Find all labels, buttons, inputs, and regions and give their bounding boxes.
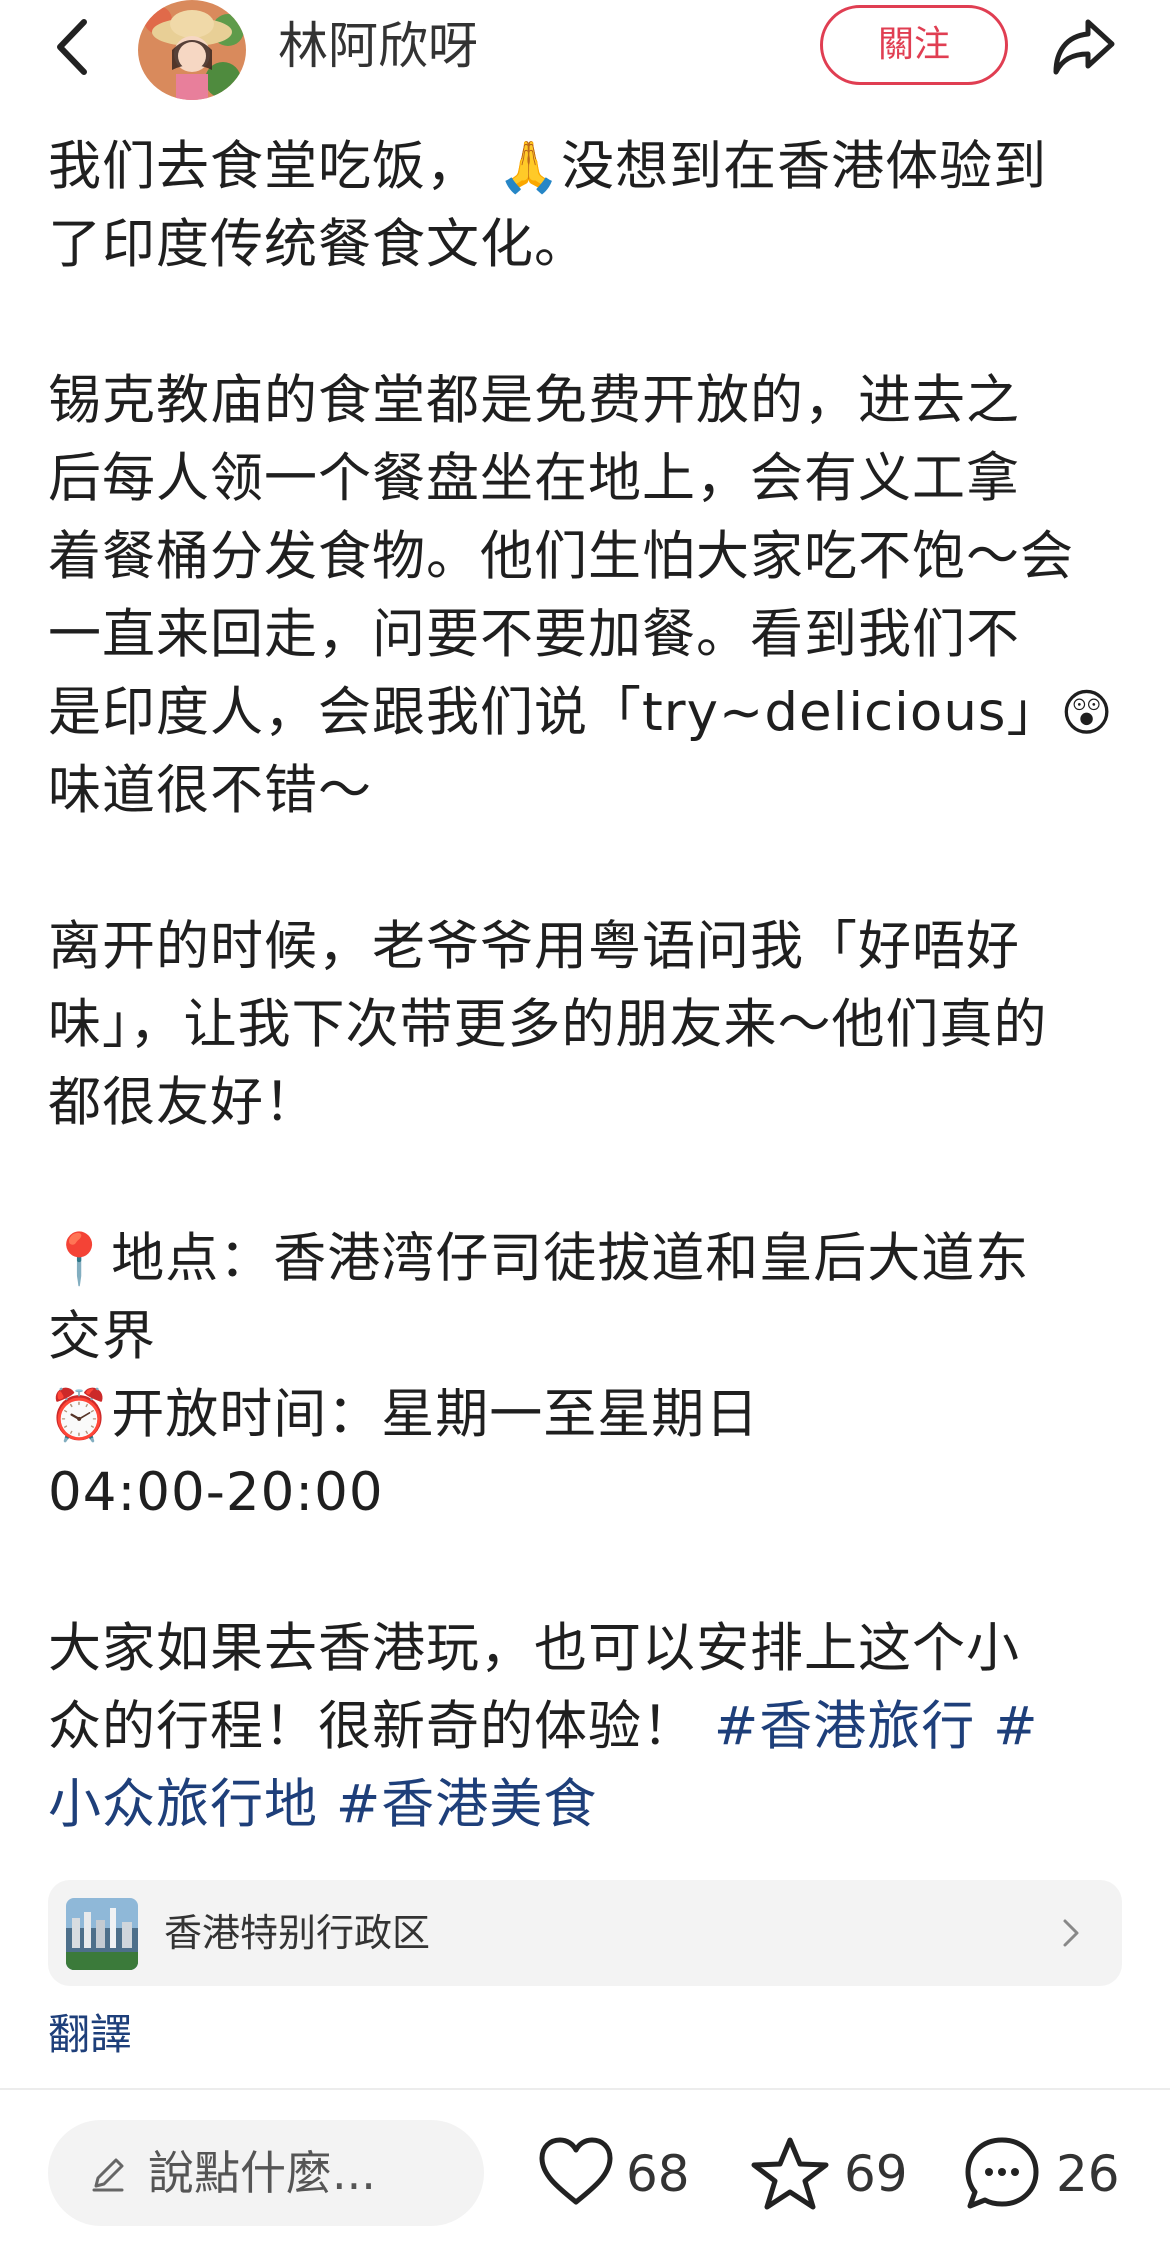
post-line: 离开的时候，老爷爷用粤语问我「好唔好 (48, 916, 1020, 977)
bowing-emoji-icon: 🙏 (497, 138, 562, 196)
author-avatar[interactable] (138, 0, 246, 100)
share-button[interactable] (1048, 12, 1120, 80)
hashtag-niche-travel[interactable]: # (993, 1696, 1038, 1757)
post-line: ⏰开放时间：星期一至星期日 (48, 1376, 1128, 1454)
star-icon (751, 2137, 829, 2210)
comment-bubble-icon (965, 2137, 1039, 2209)
top-nav: 林阿欣呀 關注 (0, 0, 1170, 110)
post-line: 交界 (48, 1306, 156, 1367)
hashtag-hk-travel[interactable]: #香港旅行 (714, 1696, 975, 1757)
pencil-icon (92, 2158, 124, 2192)
post-line: 04:00-20:00 (48, 1462, 384, 1523)
hashtag-hk-food[interactable]: #香港美食 (336, 1774, 597, 1835)
post-line: 一直来回走，问要不要加餐。看到我们不 (48, 604, 1020, 665)
like-button[interactable]: 68 (536, 2126, 706, 2222)
location-label: 香港特别行政区 (164, 1911, 431, 1955)
hashtag-niche-travel-cont[interactable]: 小众旅行地 (48, 1774, 318, 1835)
collect-count: 69 (844, 2145, 908, 2203)
post-line: 着餐桶分发食物。他们生怕大家吃不饱～会 (48, 526, 1074, 587)
location-card[interactable]: 香港特别行政区 (48, 1880, 1122, 1986)
text-span: 众的行程！很新奇的体验！ (48, 1696, 696, 1757)
follow-button[interactable]: 關注 (820, 5, 1008, 85)
chevron-left-icon (57, 19, 87, 75)
post-line: 📍地点：香港湾仔司徒拔道和皇后大道东 (48, 1220, 1128, 1298)
post-line: 味道很不错～ (48, 760, 372, 821)
comment-button[interactable]: 26 (962, 2126, 1142, 2222)
comment-count: 26 (1056, 2145, 1120, 2203)
text-span: 开放时间：星期一至星期日 (111, 1384, 760, 1445)
chevron-right-icon (1063, 1919, 1079, 1947)
post-line: 大家如果去香港玩，也可以安排上这个小 (48, 1618, 1020, 1679)
text-span: 我们去食堂吃饭， (48, 136, 480, 197)
post-body: 我们去食堂吃饭， 🙏没想到在香港体验到 了印度传统餐食文化。 锡克教庙的食堂都是… (48, 128, 1128, 1844)
post-line: 我们去食堂吃饭， 🙏没想到在香港体验到 (48, 128, 1128, 206)
translate-link[interactable]: 翻譯 (48, 2006, 132, 2064)
text-span: 地点：香港湾仔司徒拔道和皇后大道东 (111, 1228, 1030, 1289)
comment-input[interactable]: 說點什麼... (48, 2120, 484, 2226)
post-line: 众的行程！很新奇的体验！ #香港旅行 # (48, 1688, 1128, 1766)
divider (0, 2088, 1170, 2090)
collect-button[interactable]: 69 (748, 2126, 918, 2222)
back-button[interactable] (48, 12, 108, 82)
text-span: 没想到在香港体验到 (561, 136, 1048, 197)
post-line: 都很友好！ (48, 1072, 318, 1133)
shocked-emoji-icon: 😲 (1060, 684, 1114, 742)
post-line: 小众旅行地 #香港美食 (48, 1766, 1128, 1844)
share-icon (1053, 19, 1115, 75)
post-line: 味」，让我下次带更多的朋友来～他们真的 (48, 994, 1048, 1055)
pin-icon: 📍 (48, 1230, 112, 1288)
like-count: 68 (626, 2145, 690, 2203)
post-line: 了印度传统餐食文化。 (48, 214, 588, 275)
post-line: 是印度人，会跟我们说「try~delicious」😲 (48, 674, 1128, 752)
post-line: 锡克教庙的食堂都是免费开放的，进去之 (48, 370, 1020, 431)
post-line: 后每人领一个餐盘坐在地上，会有义工拿 (48, 448, 1020, 509)
comment-placeholder: 說點什麼... (148, 2146, 376, 2200)
text-span: 是印度人，会跟我们说「try~delicious」 (48, 682, 1061, 743)
heart-icon (539, 2137, 613, 2205)
alarm-clock-icon: ⏰ (48, 1386, 112, 1444)
location-thumbnail (66, 1898, 138, 1970)
author-name[interactable]: 林阿欣呀 (278, 14, 478, 78)
